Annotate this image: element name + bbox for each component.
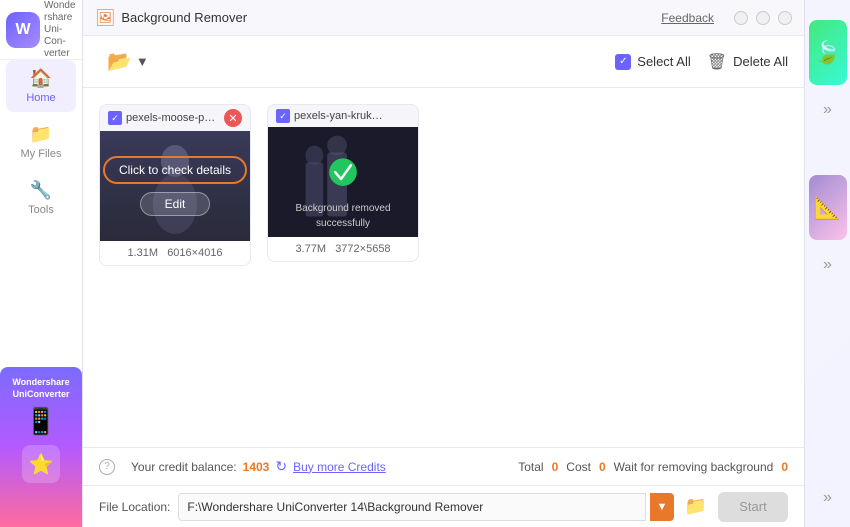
promo-icon2: ⭐ — [22, 445, 60, 483]
sidebar-item-label-tools: Tools — [28, 204, 54, 216]
card2-header-left: ✓ pexels-yan-krukov-57930... — [276, 109, 384, 123]
help-icon[interactable]: ? — [99, 459, 115, 475]
edit-button[interactable]: Edit — [140, 192, 211, 216]
add-file-icon: 📂 — [107, 49, 132, 74]
app-logo-icon: W — [6, 12, 40, 48]
content-area: ✓ pexels-moose-photos-10... ✕ Click to c… — [83, 88, 804, 447]
image-card-1: ✓ pexels-moose-photos-10... ✕ Click to c… — [99, 104, 251, 266]
cost-label: Cost — [566, 460, 591, 474]
card2-header: ✓ pexels-yan-krukov-57930... — [268, 105, 418, 127]
card2-footer: 3.77M 3772×5658 — [268, 237, 418, 261]
refresh-icon[interactable]: ↻ — [275, 458, 287, 475]
sidebar-item-home[interactable]: 🏠 Home — [6, 60, 76, 112]
status-bar: ? Your credit balance: 1403 ↻ Buy more C… — [83, 447, 804, 485]
promo-card: Wondershare UniConverter 📱 ⭐ — [0, 367, 82, 527]
buy-link[interactable]: Buy more Credits — [293, 460, 386, 474]
select-all-label: Select All — [637, 54, 690, 69]
right-panel-chevron-1[interactable]: » — [823, 101, 832, 119]
start-button[interactable]: Start — [718, 492, 788, 522]
cost-count: 0 — [599, 460, 606, 474]
right-panel-chevron-2[interactable]: » — [823, 256, 832, 274]
promo-icon: 📱 — [25, 406, 57, 437]
card2-filesize: 3.77M — [295, 243, 326, 255]
sidebar-item-label-home: Home — [26, 92, 55, 104]
card2-dimensions: 3772×5658 — [335, 243, 390, 255]
right-panel: 🍃 » 📐 » » — [805, 0, 850, 527]
right-panel-card-2: 📐 — [809, 175, 847, 240]
file-path-input[interactable] — [178, 493, 646, 521]
delete-icon: 🗑 — [707, 52, 727, 72]
card1-header: ✓ pexels-moose-photos-10... ✕ — [100, 105, 250, 131]
sidebar-item-tools[interactable]: 🔧 Tools — [6, 172, 76, 224]
total-label: Total — [518, 460, 543, 474]
feedback-button[interactable]: Feedback — [661, 11, 714, 25]
card2-filename: pexels-yan-krukov-57930... — [294, 110, 384, 122]
card2-image-area: Background removed successfully — [268, 127, 418, 237]
delete-all-label: Delete All — [733, 54, 788, 69]
title-bar-controls: Feedback — □ ✕ — [661, 11, 792, 25]
window-icon: 🖼 — [95, 8, 115, 28]
credit-section: Your credit balance: 1403 ↻ Buy more Cre… — [131, 458, 386, 475]
minimize-button[interactable]: — — [734, 11, 748, 25]
select-all-button[interactable]: ✓ Select All — [615, 54, 690, 70]
window-title: Background Remover — [121, 10, 247, 25]
path-dropdown-button[interactable]: ▼ — [650, 493, 674, 521]
app-logo-area: W Wonder­share Uni­Con­ver­ter — [0, 0, 82, 60]
add-file-chevron: ▼ — [136, 54, 149, 69]
select-all-checkbox[interactable]: ✓ — [615, 54, 631, 70]
credit-label: Your credit balance: — [131, 460, 237, 474]
tools-icon: 🔧 — [30, 180, 52, 201]
card2-success-text-area: Background removed successfully — [268, 199, 418, 229]
toolbar-left: 📂 ▼ — [99, 45, 157, 78]
add-file-button[interactable]: 📂 ▼ — [99, 45, 157, 78]
card2-checkbox[interactable]: ✓ — [276, 109, 290, 123]
check-details-button[interactable]: Click to check details — [103, 156, 247, 184]
sidebar: W Wonder­share Uni­Con­ver­ter 🏠 Home 📁 … — [0, 0, 82, 527]
file-location-label: File Location: — [99, 500, 170, 514]
card2-success-text: Background removed successfully — [295, 203, 390, 229]
browse-folder-button[interactable]: 📁 — [682, 493, 710, 521]
card1-filename: pexels-moose-photos-10... — [126, 112, 216, 124]
sidebar-nav: 🏠 Home 📁 My Files 🔧 Tools — [0, 60, 82, 224]
credit-count: 1403 — [243, 460, 270, 474]
wait-count: 0 — [781, 460, 788, 474]
toolbar: 📂 ▼ ✓ Select All 🗑 Delete All — [83, 36, 804, 88]
app-name-label: Wonder­share Uni­Con­ver­ter — [44, 0, 76, 60]
sidebar-item-label-myfiles: My Files — [21, 148, 62, 160]
maximize-button[interactable]: □ — [756, 11, 770, 25]
card1-footer: 1.31M 6016×4016 — [100, 241, 250, 265]
home-icon: 🏠 — [30, 68, 52, 89]
title-bar: 🖼 Background Remover Feedback — □ ✕ — [83, 0, 804, 36]
main-window: 🖼 Background Remover Feedback — □ ✕ 📂 ▼ … — [82, 0, 805, 527]
right-panel-chevron-3[interactable]: » — [823, 489, 832, 507]
card1-close-button[interactable]: ✕ — [224, 109, 242, 127]
card1-header-left: ✓ pexels-moose-photos-10... — [108, 111, 216, 125]
card1-dimensions: 6016×4016 — [167, 247, 222, 259]
wait-label: Wait for removing background — [614, 460, 774, 474]
promo-text: Wondershare UniConverter — [6, 377, 76, 400]
total-count: 0 — [552, 460, 559, 474]
title-bar-left: 🖼 Background Remover — [95, 8, 247, 28]
close-button[interactable]: ✕ — [778, 11, 792, 25]
card1-overlay: Click to check details Edit — [100, 131, 250, 241]
card1-checkbox[interactable]: ✓ — [108, 111, 122, 125]
delete-all-button[interactable]: 🗑 Delete All — [707, 52, 788, 72]
card1-filesize: 1.31M — [127, 247, 158, 259]
myfiles-icon: 📁 — [30, 124, 52, 145]
status-right: Total 0 Cost 0 Wait for removing backgro… — [518, 460, 788, 474]
card1-image-area: Click to check details Edit — [100, 131, 250, 241]
sidebar-item-myfiles[interactable]: 📁 My Files — [6, 116, 76, 168]
image-card-2: ✓ pexels-yan-krukov-57930... — [267, 104, 419, 262]
right-panel-card-1: 🍃 — [809, 20, 847, 85]
file-location-bar: File Location: ▼ 📁 Start — [83, 485, 804, 527]
toolbar-right: ✓ Select All 🗑 Delete All — [615, 52, 788, 72]
